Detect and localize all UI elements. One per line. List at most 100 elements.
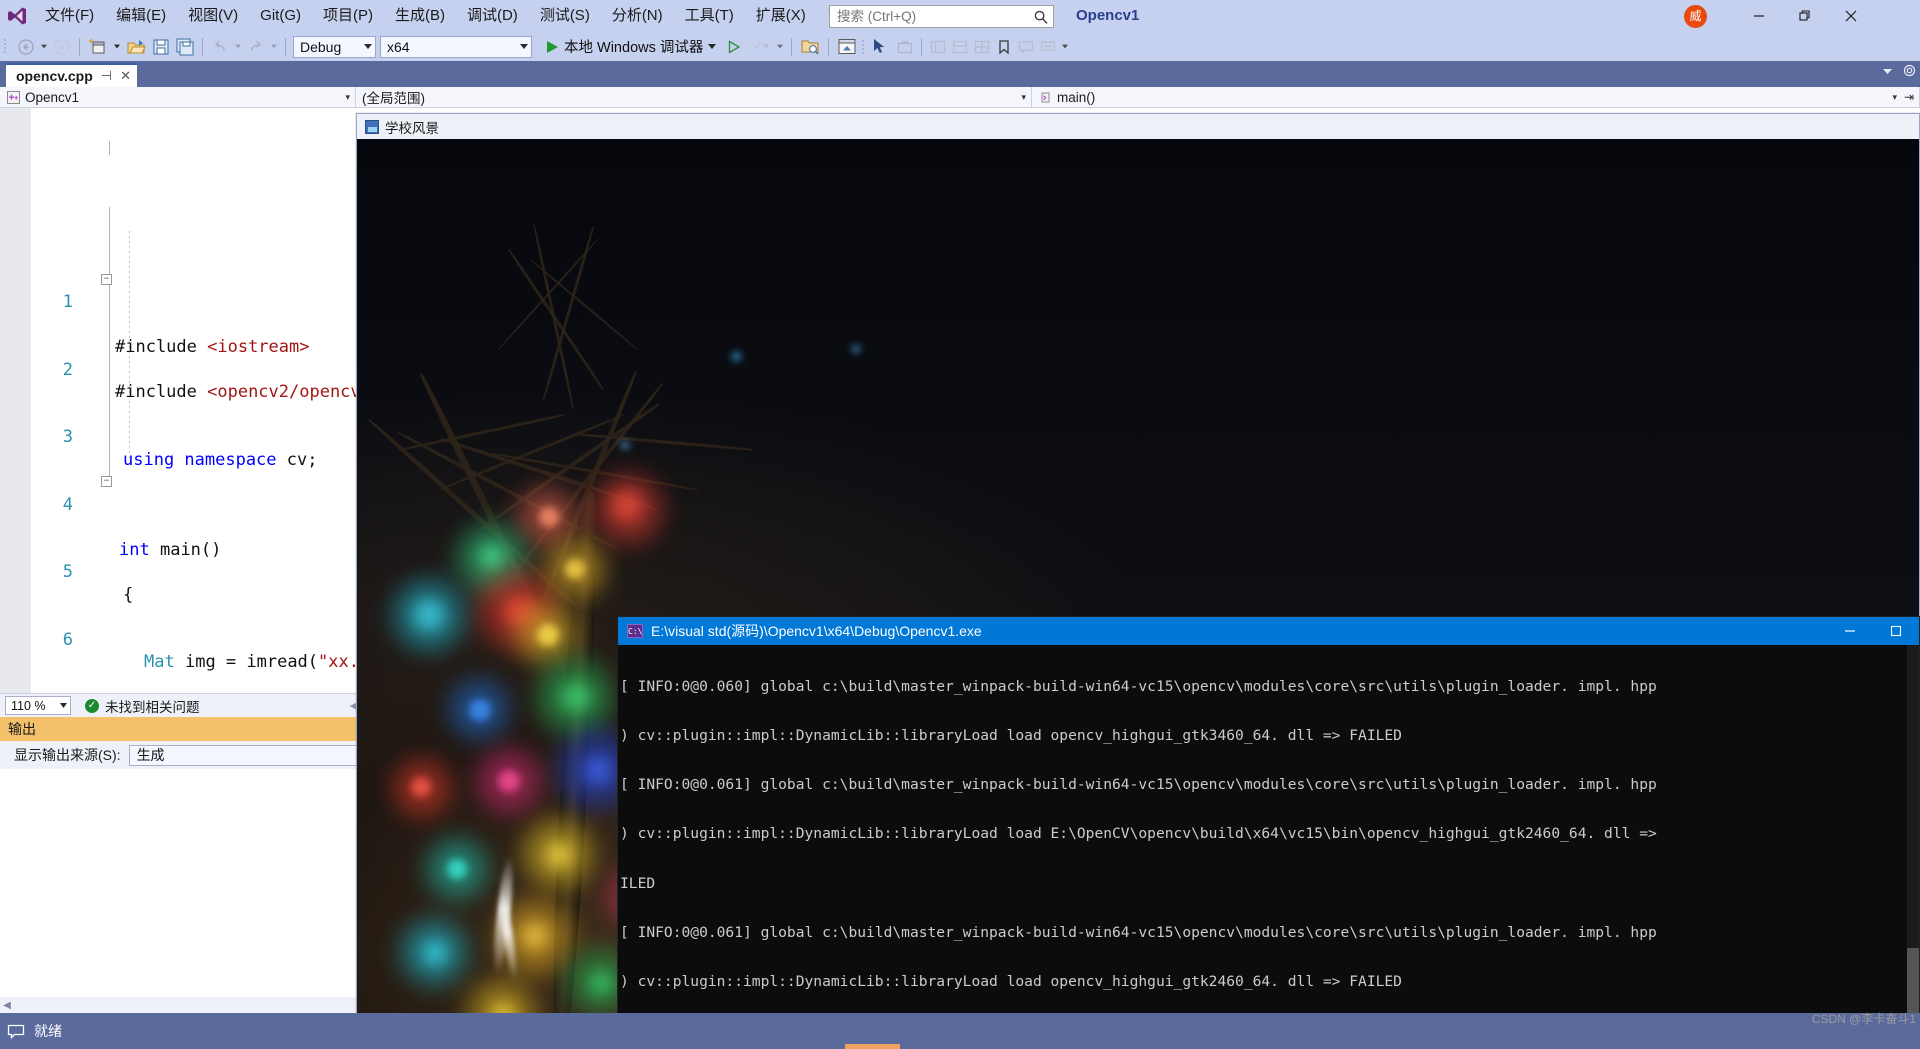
document-tab-opencv-cpp[interactable]: opencv.cpp ⊣ ✕ [6, 63, 137, 87]
console-titlebar[interactable]: C:\ E:\visual std(源码)\Opencv1\x64\Debug\… [618, 617, 1919, 645]
toolbar-overflow-caret-icon[interactable] [1059, 32, 1071, 61]
document-tab-label: opencv.cpp [16, 68, 93, 84]
menu-view[interactable]: 视图(V) [177, 0, 249, 32]
minimize-button[interactable] [1736, 0, 1782, 32]
close-button[interactable] [1828, 0, 1874, 32]
menu-extensions[interactable]: 扩展(X) [745, 0, 817, 32]
open-file-icon[interactable] [123, 32, 149, 61]
taskbar-peek: ·· [640, 1044, 900, 1049]
redo-button[interactable] [244, 32, 268, 61]
navigate-back-button[interactable] [14, 32, 38, 61]
console-line-2: ) cv::plugin::impl::DynamicLib::libraryL… [620, 727, 1402, 745]
platform-value: x64 [387, 38, 410, 55]
method-icon [1038, 90, 1052, 104]
restore-button[interactable] [1782, 0, 1828, 32]
platform-combo[interactable]: x64 [380, 35, 532, 58]
nav-member-label: main() [1057, 89, 1096, 105]
hot-reload-icon[interactable] [750, 32, 774, 61]
output-source-combo[interactable]: 生成 [128, 744, 369, 766]
undo-caret-icon[interactable] [232, 32, 244, 61]
menu-file[interactable]: 文件(F) [34, 0, 105, 32]
console-line-6: [ INFO:0@0.061] global c:\build\master_w… [620, 923, 1657, 941]
undo-button[interactable] [208, 32, 232, 61]
uncomment-icon[interactable] [1037, 32, 1059, 61]
nav-project-combo[interactable]: Opencv1 ▾ [0, 87, 356, 107]
configuration-value: Debug [300, 38, 342, 55]
status-bar: 就绪 [0, 1013, 1920, 1049]
menu-build[interactable]: 生成(B) [384, 0, 456, 32]
menu-test[interactable]: 测试(S) [529, 0, 601, 32]
toolbar-divider-3 [285, 37, 286, 56]
opencv-window-icon [365, 119, 379, 134]
menu-edit[interactable]: 编辑(E) [105, 0, 177, 32]
console-line-1: [ INFO:0@0.060] global c:\build\master_w… [620, 677, 1657, 695]
page-title: Opencv1 [1076, 7, 1140, 24]
toolbar-grip-2[interactable] [860, 32, 868, 61]
console-minimize-button[interactable] [1827, 617, 1873, 645]
redo-caret-icon[interactable] [268, 32, 280, 61]
tabstrip-settings-icon[interactable] [1903, 64, 1916, 82]
zoom-level-combo[interactable]: 110 % [5, 696, 71, 715]
console-title-text: E:\visual std(源码)\Opencv1\x64\Debug\Open… [651, 623, 982, 639]
nav-scope-combo[interactable]: (全局范围) ▾ [356, 87, 1032, 107]
nav-member-combo[interactable]: main() ▾ ⇥ [1032, 87, 1920, 107]
fold-toggle-1[interactable]: − [101, 273, 112, 285]
start-debug-button[interactable]: 本地 Windows 调试器 [541, 36, 720, 57]
tabstrip-overflow-icon[interactable] [1882, 64, 1893, 82]
feedback-icon[interactable] [7, 1024, 25, 1039]
menu-analyze[interactable]: 分析(N) [601, 0, 674, 32]
toolbar-divider-6 [921, 37, 923, 56]
toolbar-grip[interactable] [0, 32, 14, 61]
document-tabstrip: opencv.cpp ⊣ ✕ [0, 61, 1920, 87]
layout-icon-3[interactable] [971, 32, 993, 61]
layout-icon-1[interactable] [927, 32, 949, 61]
fold-toggle-2[interactable]: − [101, 476, 112, 487]
new-project-icon[interactable] [85, 32, 111, 61]
menu-project[interactable]: 项目(P) [312, 0, 384, 32]
menu-debug[interactable]: 调试(D) [456, 0, 529, 32]
console-vertical-scrollbar[interactable] [1907, 645, 1919, 1033]
nav-project-label: Opencv1 [25, 89, 80, 105]
close-icon[interactable]: ✕ [120, 68, 131, 84]
opencv-window-titlebar[interactable]: 学校风景 [357, 114, 1919, 139]
line-number-5: 5 [62, 562, 73, 582]
properties-window-icon[interactable] [834, 32, 860, 61]
search-box[interactable] [829, 5, 1054, 28]
pointer-select-icon[interactable] [868, 32, 894, 61]
layout-icon-2[interactable] [949, 32, 971, 61]
nav-pin-icon[interactable]: ⇥ [1904, 90, 1914, 104]
hot-reload-caret-icon[interactable] [774, 32, 786, 61]
main-toolbar: Debug x64 本地 Windows 调试器 [0, 32, 1920, 87]
navigate-back-caret-icon[interactable] [38, 32, 50, 61]
solution-explorer-icon[interactable] [797, 32, 823, 61]
menu-tools[interactable]: 工具(T) [674, 0, 745, 32]
opencv-window-title: 学校风景 [385, 120, 439, 136]
console-line-7: ) cv::plugin::impl::DynamicLib::libraryL… [620, 973, 1402, 991]
configuration-combo[interactable]: Debug [293, 35, 376, 58]
toolbox-icon[interactable] [894, 32, 916, 61]
console-window[interactable]: C:\ E:\visual std(源码)\Opencv1\x64\Debug\… [617, 616, 1920, 1049]
tabstrip-controls [1882, 64, 1916, 82]
console-maximize-button[interactable] [1873, 617, 1919, 645]
chevron-down-icon-2 [520, 44, 528, 49]
navigate-forward-button[interactable] [50, 32, 74, 61]
new-project-caret-icon[interactable] [111, 32, 123, 61]
menu-git[interactable]: Git(G) [249, 0, 312, 32]
save-icon[interactable] [149, 32, 173, 61]
line-number-1: 1 [62, 292, 73, 312]
status-bar-text: 就绪 [34, 1023, 62, 1039]
visual-studio-window: 文件(F) 编辑(E) 视图(V) Git(G) 项目(P) 生成(B) 调试(… [0, 0, 1920, 1049]
console-output: [ INFO:0@0.060] global c:\build\master_w… [618, 645, 1907, 1033]
avatar[interactable]: 威 [1684, 5, 1707, 28]
line-number-3: 3 [62, 427, 73, 447]
save-all-icon[interactable] [173, 32, 197, 61]
output-scroll-left-icon[interactable]: ◀ [0, 1000, 14, 1011]
search-input[interactable] [837, 9, 1033, 24]
bookmark-icon[interactable] [993, 32, 1015, 61]
menu-bar: 文件(F) 编辑(E) 视图(V) Git(G) 项目(P) 生成(B) 调试(… [34, 0, 966, 32]
start-without-debug-button[interactable] [724, 32, 744, 61]
pin-icon[interactable]: ⊣ [101, 68, 112, 84]
play-icon [547, 40, 558, 53]
comment-icon[interactable] [1015, 32, 1037, 61]
line-number-6: 6 [62, 629, 73, 650]
